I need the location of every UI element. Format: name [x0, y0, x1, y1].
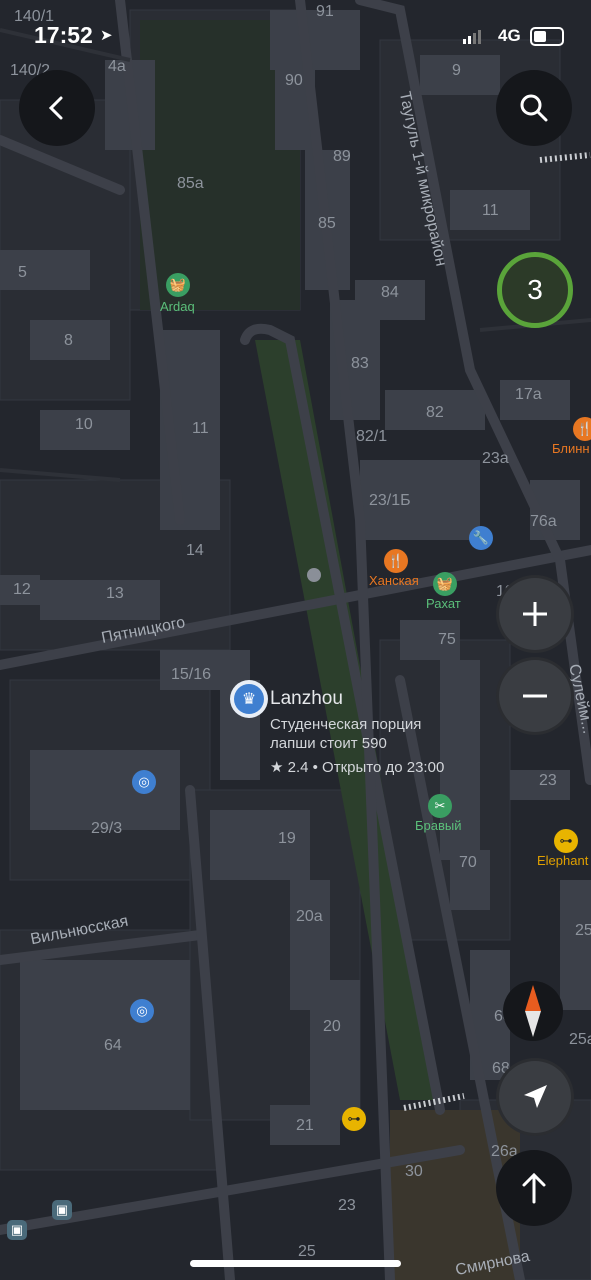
building-number: 75	[438, 631, 456, 648]
selected-place-marker[interactable]: ♛	[230, 680, 268, 718]
my-location-button[interactable]	[499, 1061, 571, 1133]
building-number: 14	[186, 542, 204, 559]
building-number: 23	[539, 772, 557, 789]
clock: 17:52	[34, 22, 93, 48]
building-number: 21	[296, 1117, 314, 1134]
compass-icon	[525, 985, 541, 1037]
poi-label-rahat: Рахат	[426, 596, 461, 611]
building-number: 83	[351, 355, 369, 372]
plus-icon	[523, 602, 547, 626]
building-number: 90	[285, 72, 303, 89]
zoom-in-button[interactable]	[499, 578, 571, 650]
building-number: 85	[318, 215, 336, 232]
search-button[interactable]	[496, 70, 572, 146]
place-name[interactable]: Lanzhou	[270, 688, 343, 710]
place-description-line2: лапши стоит 590	[270, 735, 387, 752]
zoom-out-button[interactable]	[499, 660, 571, 732]
building-number: 25	[575, 922, 591, 939]
battery-icon	[530, 27, 564, 46]
compass-button[interactable]	[503, 981, 563, 1041]
camera-poi-icon[interactable]	[307, 568, 321, 582]
building-number: 11	[482, 202, 499, 219]
search-icon	[520, 94, 548, 122]
network-type: 4G	[498, 26, 521, 45]
bus-stop-icon[interactable]: ▣	[52, 1200, 72, 1220]
place-description-line1: Студенческая порция	[270, 716, 422, 733]
building-number: 29/3	[91, 820, 123, 837]
building-number: 76a	[530, 513, 557, 530]
route-button[interactable]	[496, 1150, 572, 1226]
cluster-count: 3	[527, 274, 543, 305]
signal-icon	[463, 30, 481, 44]
building-number: 17a	[515, 386, 542, 403]
education-poi-icon[interactable]: ◎	[130, 999, 154, 1023]
gym-poi-icon[interactable]: ⊶	[342, 1107, 366, 1131]
building-number: 70	[459, 854, 477, 871]
building-number: 23/1Б	[369, 492, 411, 509]
location-arrow-icon	[524, 1085, 547, 1108]
building-number: 89	[333, 148, 351, 165]
building-number: 23	[338, 1197, 356, 1214]
service-poi-icon[interactable]: 🔧	[469, 526, 493, 550]
building-number: 20a	[296, 908, 323, 925]
building-number: 84	[381, 284, 399, 301]
building-number: 82/1	[356, 428, 388, 445]
building-number: 23a	[482, 450, 509, 467]
building-number: 25	[298, 1243, 316, 1260]
building-number: 25a	[569, 1031, 591, 1048]
poi-label-ardaq: Ardaq	[160, 299, 195, 314]
cluster-count-badge[interactable]: 3	[497, 252, 573, 328]
poi-label-hanskaya: Ханская	[369, 573, 419, 588]
grocery-poi-icon[interactable]: 🧺	[433, 572, 457, 596]
minus-icon	[523, 694, 547, 698]
building-number: 19	[278, 830, 296, 847]
building-number: 10	[75, 416, 93, 433]
chevron-left-icon	[48, 96, 63, 120]
status-bar: 17:52 ➤ 4G	[0, 0, 591, 72]
building-number: 85a	[177, 175, 204, 192]
restaurant-poi-icon[interactable]: 🍴	[384, 549, 408, 573]
building-number: 13	[106, 585, 124, 602]
back-button[interactable]	[19, 70, 95, 146]
restaurant-poi-icon[interactable]: 🍴	[573, 417, 591, 441]
building-number: 8	[64, 332, 73, 349]
location-arrow-icon: ➤	[100, 27, 113, 44]
building-number: 12	[13, 581, 31, 598]
building-number: 64	[104, 1037, 122, 1054]
bus-stop-icon[interactable]: ▣	[7, 1220, 27, 1240]
grocery-poi-icon[interactable]: 🧺	[166, 273, 190, 297]
barber-poi-icon[interactable]: ✂	[428, 794, 452, 818]
place-rating: ★ 2.4 • Открыто до 23:00	[270, 759, 445, 776]
crown-icon: ♛	[234, 684, 264, 714]
building-number: 82	[426, 404, 444, 421]
building-number: 15/16	[171, 666, 212, 683]
building-number: 11	[192, 420, 209, 437]
building-number: 20	[323, 1018, 341, 1035]
gym-poi-icon[interactable]: ⊶	[554, 829, 578, 853]
arrow-up-icon	[522, 1172, 546, 1204]
home-indicator[interactable]	[190, 1260, 401, 1267]
poi-label-bravyi: Бравый	[415, 818, 462, 833]
education-poi-icon[interactable]: ◎	[132, 770, 156, 794]
building-number: 30	[405, 1163, 423, 1180]
poi-label-blinnaya: Блинн	[552, 441, 590, 456]
building-number: 5	[18, 264, 27, 281]
poi-label-elephant: Elephant	[537, 853, 589, 868]
